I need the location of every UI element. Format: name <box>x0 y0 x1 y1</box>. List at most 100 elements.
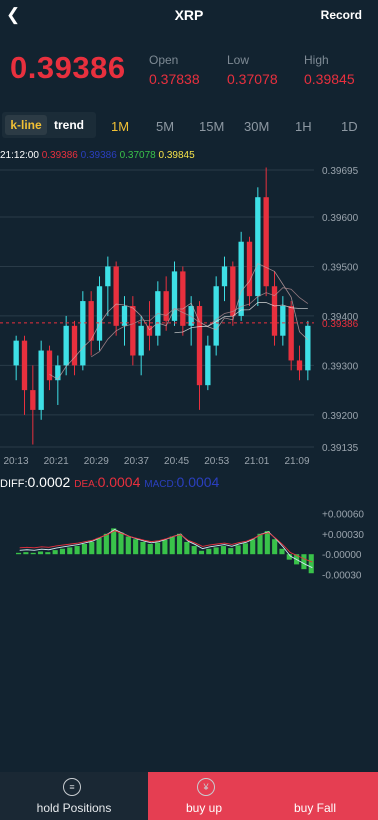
macd-bar <box>59 548 66 555</box>
interval-tab-1h[interactable]: 1H <box>295 119 312 134</box>
current-price-label: 0.39386 <box>322 319 359 330</box>
macd-bar <box>220 546 226 555</box>
macd-y-tick-label: -0.00000 <box>322 550 362 561</box>
x-tick-label: 21:01 <box>244 456 269 467</box>
candle-body <box>230 266 236 316</box>
candle-body <box>21 340 28 391</box>
candle-body <box>205 345 211 386</box>
candle-body <box>238 241 244 316</box>
macd-bar <box>176 533 183 555</box>
macd-bar <box>301 554 307 570</box>
open-label: Open <box>149 53 179 67</box>
macd-bar <box>198 550 205 555</box>
diff-label: DIFF: <box>0 478 28 490</box>
candle-body <box>105 266 111 287</box>
macd-bar <box>133 539 139 555</box>
candle-body <box>13 340 19 366</box>
y-tick-label: 0.39600 <box>322 213 359 224</box>
x-tick-label: 20:53 <box>204 456 229 467</box>
interval-tab-30m[interactable]: 30M <box>244 119 269 134</box>
x-tick-label: 20:37 <box>124 456 149 467</box>
macd-bar <box>118 532 124 555</box>
candle-body <box>88 301 94 341</box>
macd-bar <box>155 542 161 555</box>
y-tick-label: 0.39695 <box>322 166 359 177</box>
candlestick-chart[interactable]: 0.396950.396000.395000.394000.393000.392… <box>0 160 378 470</box>
candle-body <box>255 197 261 297</box>
record-button[interactable]: Record <box>321 8 362 22</box>
candle-body <box>263 197 269 287</box>
interval-tab-1d[interactable]: 1D <box>341 119 358 134</box>
interval-tabs: 1M 5M 15M 30M 1H 1D <box>0 112 378 142</box>
macd-bar <box>74 546 80 555</box>
dea-value: 0.0004 <box>97 474 141 490</box>
candle-body <box>280 306 286 336</box>
candle-body <box>138 325 144 356</box>
macd-bar <box>140 541 146 555</box>
macd-y-tick-label: +0.00030 <box>322 530 364 541</box>
y-tick-label: 0.39135 <box>322 443 359 454</box>
high-value: 0.39845 <box>304 71 355 87</box>
macd-bar <box>264 531 270 555</box>
macd-label: MACD: <box>144 479 177 490</box>
low-label: Low <box>227 53 250 67</box>
dea-label: DEA: <box>74 479 98 490</box>
interval-tab-1m[interactable]: 1M <box>111 119 129 134</box>
candle-body <box>96 286 103 341</box>
candle-body <box>130 306 136 356</box>
macd-bar <box>16 552 22 555</box>
macd-bar <box>250 539 256 555</box>
macd-bar <box>81 544 87 555</box>
candle-body <box>30 390 36 410</box>
buy-up-button[interactable]: ¥ buy up buy Fall <box>148 772 378 820</box>
macd-bar <box>37 551 44 555</box>
candle-body <box>63 325 69 366</box>
macd-bar <box>52 550 58 555</box>
y-tick-label: 0.39300 <box>322 361 359 372</box>
interval-tab-5m[interactable]: 5M <box>156 119 174 134</box>
macd-bar <box>125 536 131 555</box>
top-bar: ❮ XRP Record <box>0 0 378 32</box>
candle-body <box>246 241 253 297</box>
x-tick-label: 20:29 <box>84 456 109 467</box>
macd-bar <box>89 541 95 555</box>
y-tick-label: 0.39200 <box>322 411 359 422</box>
macd-bar <box>45 552 51 555</box>
macd-bar <box>257 533 263 555</box>
open-value: 0.37838 <box>149 71 200 87</box>
buy-up-label: buy up <box>186 801 223 815</box>
macd-bar <box>67 547 73 555</box>
macd-bar <box>206 548 212 555</box>
macd-bar <box>272 539 278 555</box>
macd-bar <box>162 539 168 555</box>
macd-bar <box>103 533 109 555</box>
high-label: High <box>304 53 329 67</box>
macd-bar <box>184 541 190 555</box>
macd-histogram: +0.00060 +0.00030 -0.00000 -0.00030 <box>16 509 364 582</box>
low-value: 0.37078 <box>227 71 278 87</box>
candle-body <box>113 266 119 326</box>
candle-body <box>221 266 228 287</box>
macd-value: 0.0004 <box>176 474 220 490</box>
hold-positions-label: hold Positions <box>36 801 112 815</box>
macd-bar <box>279 548 285 555</box>
candle-body <box>163 291 169 321</box>
buy-fall-label: buy Fall <box>294 801 337 815</box>
candle-body <box>305 325 311 371</box>
macd-bar <box>213 547 219 555</box>
current-price: 0.39386 <box>10 50 126 85</box>
x-tick-label: 20:13 <box>3 456 28 467</box>
y-tick-label: 0.39500 <box>322 262 359 273</box>
candle-body <box>80 301 86 366</box>
moving-average-line <box>49 262 309 380</box>
interval-tab-15m[interactable]: 15M <box>199 119 224 134</box>
macd-bar <box>169 536 175 555</box>
candle-body <box>180 271 186 326</box>
x-tick-label: 20:21 <box>44 456 69 467</box>
macd-bar <box>228 548 234 555</box>
candle-body <box>288 306 294 361</box>
yen-coin-icon: ¥ <box>197 778 215 796</box>
action-bar: ≡ hold Positions ¥ buy up buy Fall <box>0 772 378 820</box>
macd-bar <box>23 552 29 555</box>
hold-positions-button[interactable]: ≡ hold Positions <box>0 772 148 820</box>
